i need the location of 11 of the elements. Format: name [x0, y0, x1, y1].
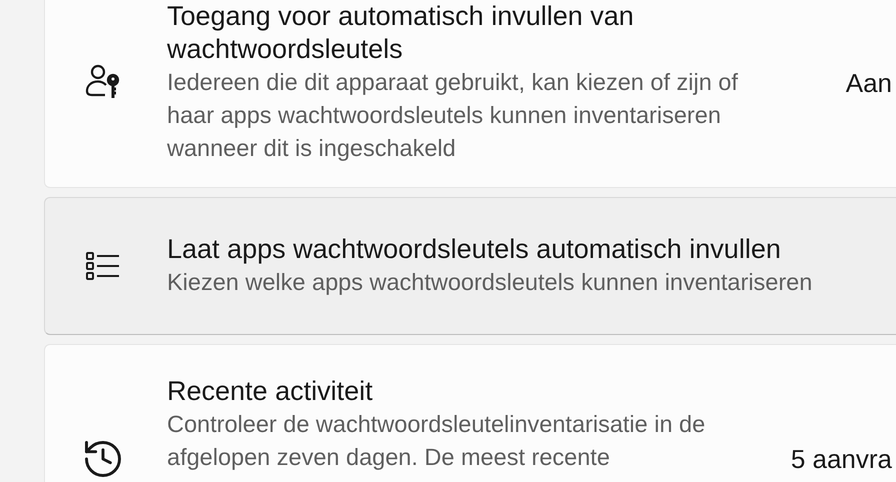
settings-card[interactable]: Toegang voor automatisch invullen van wachtwoordsleutels Iedereen die dit apparaat gebruikt, kan kiezen of zijn of haar apps wachtwoordsleutels kunnen inventariseren wanneer dit is ingeschakeld Aan [44, 0, 896, 188]
setting-value: Aan [846, 66, 893, 98]
setting-description: Controleer de wachtwoordsleutelinventarisatie in de afgelopen zeven dagen. De meest recente [167, 410, 706, 472]
settings-card[interactable]: Laat apps wachtwoordsleutels automatisch invullen Kiezen welke apps wachtwoordsleutels kunnen inventariseren [44, 197, 896, 335]
setting-description: Kiezen welke apps wachtwoordsleutels kunnen inventariseren [167, 268, 814, 297]
settings-card[interactable]: Recente activiteit Controleer de wachtwoordsleutelinventarisatie in de afgelopen zeven dagen. De meest recente 5 aanvra [44, 344, 896, 482]
setting-value: 5 aanvra [790, 443, 893, 475]
setting-title: Toegang voor automatisch invullen van wachtwoordsleutels [167, 0, 635, 66]
setting-title: Laat apps wachtwoordsleutels automatisch invullen [167, 233, 782, 266]
setting-title: Recente activiteit [167, 375, 374, 408]
setting-description: Iedereen die dit apparaat gebruikt, kan kiezen of zijn of haar apps wachtwoordsleutels kunnen inventariseren wanneer dit is ingeschakeld [167, 68, 739, 163]
